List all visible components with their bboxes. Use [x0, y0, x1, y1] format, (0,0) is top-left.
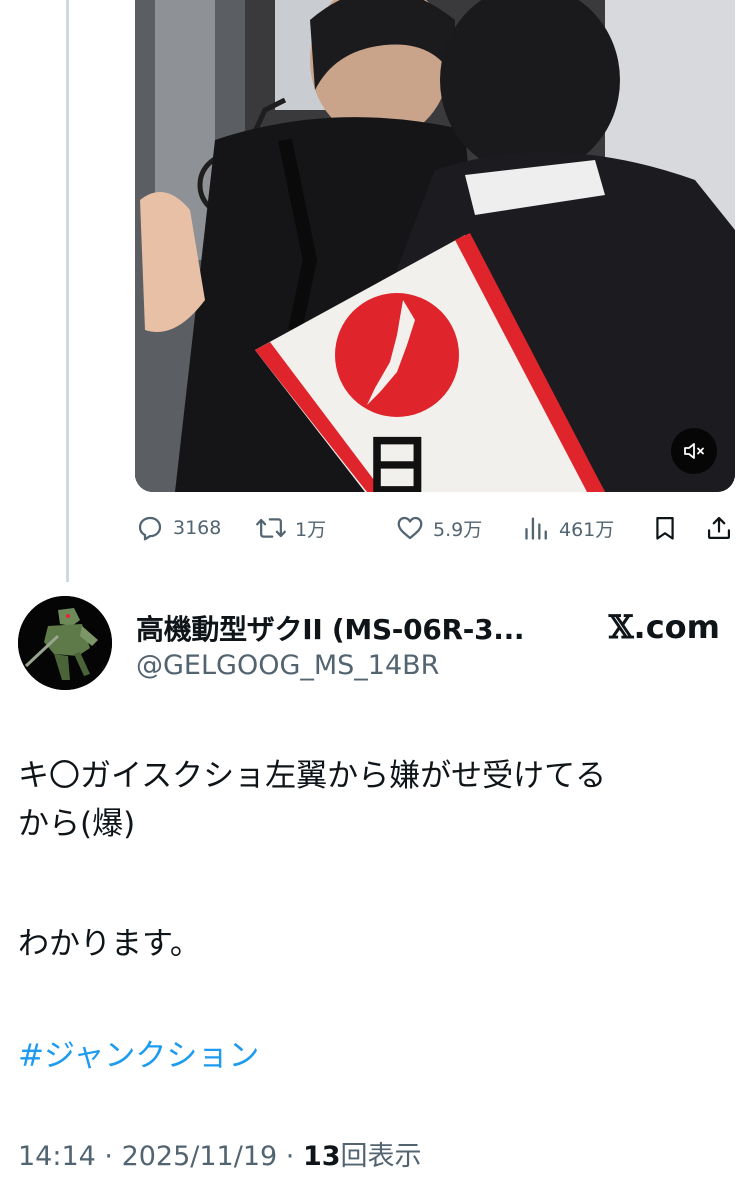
like-button[interactable]: 5.9万 — [395, 513, 523, 543]
meta-separator: · — [277, 1141, 303, 1172]
reply-button[interactable]: 3168 — [135, 513, 255, 543]
avatar-image — [18, 596, 112, 690]
mute-icon — [684, 443, 704, 459]
views-button[interactable]: 461万 — [523, 513, 651, 543]
repost-icon — [256, 518, 286, 538]
repost-button[interactable]: 1万 — [255, 513, 395, 543]
like-count: 5.9万 — [433, 518, 483, 541]
sash-character: 日 — [362, 426, 432, 492]
user-handle[interactable]: @GELGOOG_MS_14BR — [136, 650, 439, 681]
share-icon — [707, 516, 731, 540]
post-line: キ〇ガイスクショ左翼から嫌がせ受けてる — [18, 758, 607, 794]
bookmark-button[interactable] — [651, 513, 705, 543]
reply-icon — [138, 516, 162, 541]
video-player[interactable]: 日 — [135, 0, 735, 492]
avatar[interactable] — [18, 596, 112, 690]
post-text: キ〇ガイスクショ左翼から嫌がせ受けてる から(爆) わかります。 — [18, 752, 733, 968]
post-line: から(爆) — [18, 806, 136, 842]
x-logo-icon: 𝕏 — [608, 608, 634, 646]
post-time[interactable]: 14:14 — [18, 1141, 96, 1172]
source-suffix: .com — [633, 608, 720, 646]
hashtag-link[interactable]: #ジャンクション — [18, 1030, 259, 1075]
action-bar: 3168 1万 5.9万 461万 — [135, 506, 745, 550]
views-icon — [525, 517, 547, 540]
bookmark-icon — [656, 516, 674, 540]
meta-separator: · — [95, 1141, 122, 1172]
thread-line — [66, 0, 69, 582]
post-header: 高機動型ザクII (MS-06R-3... @GELGOOG_MS_14BR 𝕏… — [18, 592, 736, 702]
share-button[interactable] — [705, 513, 745, 543]
post-views-count: 13 — [302, 1141, 341, 1172]
post-date[interactable]: 2025/11/19 — [122, 1141, 278, 1172]
reply-count: 3168 — [173, 517, 222, 539]
views-count: 461万 — [559, 518, 615, 541]
video-frame: 日 — [135, 0, 735, 492]
source-badge: 𝕏.com — [609, 608, 720, 646]
mute-button[interactable] — [671, 428, 717, 474]
post-meta: 14:14 · 2025/11/19 · 13回表示 — [18, 1134, 422, 1173]
display-name[interactable]: 高機動型ザクII (MS-06R-3... — [136, 608, 525, 648]
like-icon — [397, 516, 423, 540]
post-views-label: 回表示 — [340, 1141, 422, 1172]
post-line: わかります。 — [18, 926, 201, 962]
repost-count: 1万 — [295, 518, 327, 541]
